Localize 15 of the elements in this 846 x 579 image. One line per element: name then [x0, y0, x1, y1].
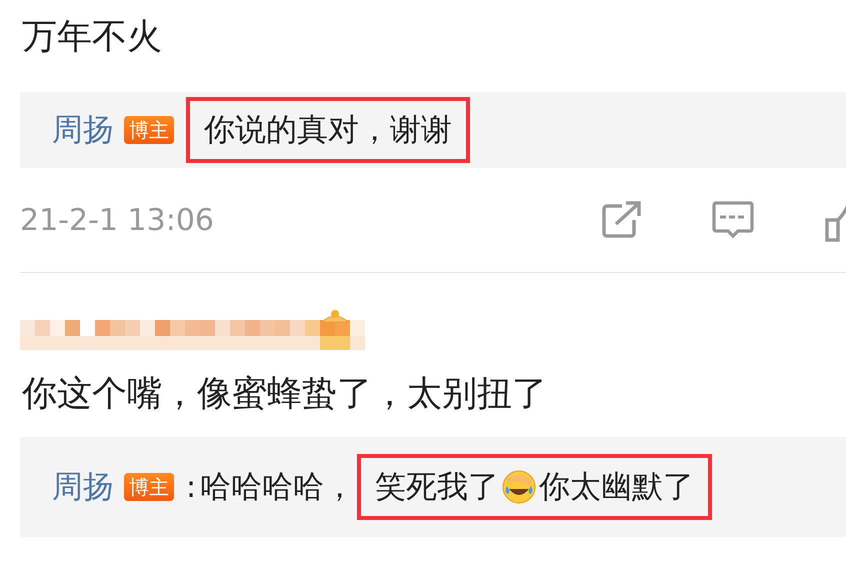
share-icon[interactable]: [602, 200, 642, 240]
author-link[interactable]: 周扬: [52, 106, 114, 154]
comment-text: 万年不火: [21, 16, 163, 58]
comment-icon[interactable]: [712, 200, 754, 240]
reply-text: 哈哈哈哈，: [200, 468, 356, 507]
reply-text: 笑死我了: [375, 468, 500, 507]
separator-colon: :: [186, 468, 196, 506]
reply-text: 你说的真对，谢谢: [204, 110, 452, 150]
author-link[interactable]: 周扬: [52, 464, 114, 510]
comment-text: 你这个嘴，像蜜蜂蛰了，太别扭了: [21, 373, 548, 415]
blogger-badge: 博主: [124, 473, 174, 501]
timestamp: 21-2-1 13:06: [20, 202, 214, 240]
blogger-badge: 博主: [124, 116, 174, 144]
reply-text: 你太幽默了: [539, 468, 694, 507]
laughing-emoji-icon: [501, 469, 538, 505]
